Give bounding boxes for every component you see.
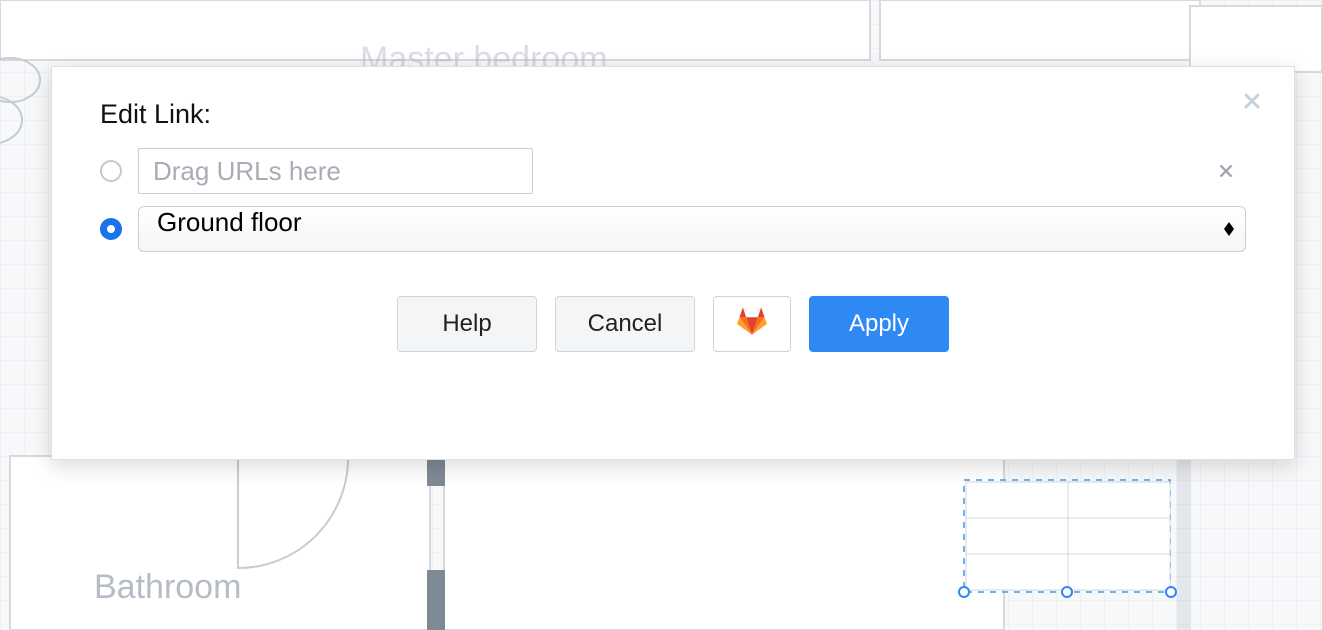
- apply-button[interactable]: Apply: [809, 296, 949, 352]
- gitlab-button[interactable]: [713, 296, 791, 352]
- url-input-wrap: [138, 148, 1246, 194]
- page-option-row: Ground floor: [100, 206, 1246, 252]
- url-input[interactable]: [138, 148, 533, 194]
- page-select-wrap: Ground floor: [138, 206, 1246, 252]
- url-option-row: [100, 148, 1246, 194]
- dialog-button-row: Help Cancel Apply: [100, 296, 1246, 352]
- radio-url[interactable]: [100, 160, 122, 182]
- close-icon[interactable]: [1238, 87, 1266, 115]
- page-select[interactable]: Ground floor: [138, 206, 1246, 252]
- help-button[interactable]: Help: [397, 296, 537, 352]
- gitlab-icon: [737, 307, 767, 342]
- dialog-title: Edit Link:: [100, 99, 1246, 130]
- edit-link-dialog: Edit Link: Ground floor Help Cancel: [51, 66, 1295, 460]
- radio-page[interactable]: [100, 218, 122, 240]
- bg-label-bathroom: Bathroom: [94, 568, 241, 607]
- clear-input-icon[interactable]: [1216, 161, 1236, 181]
- cancel-button[interactable]: Cancel: [555, 296, 695, 352]
